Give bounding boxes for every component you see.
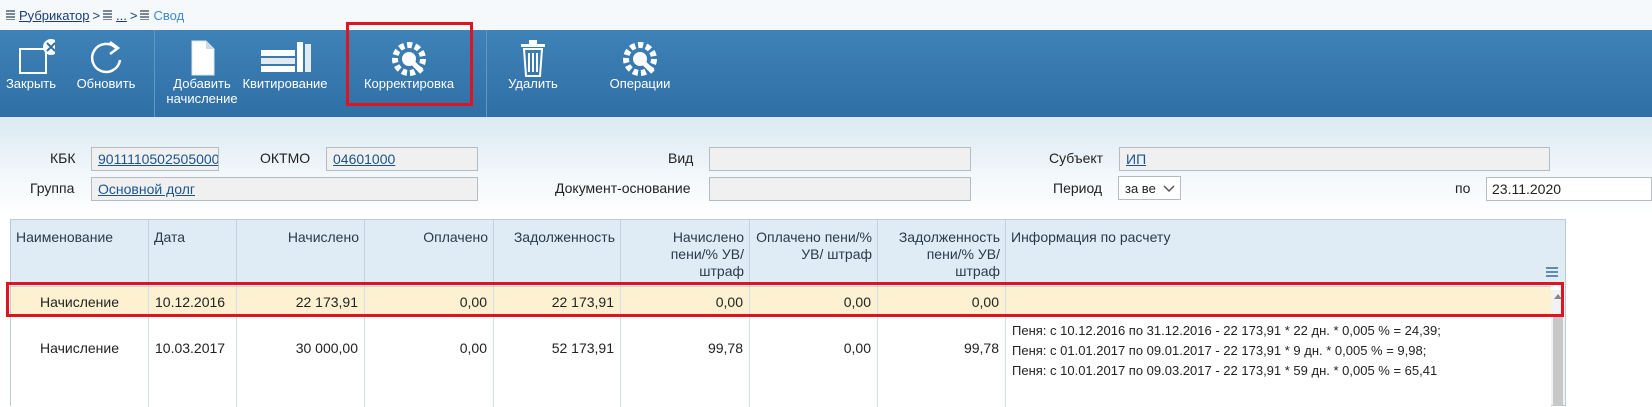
toolbar-divider [486, 30, 487, 117]
subject-label: Субъект [1049, 150, 1104, 166]
cell-penalty-debt: 99,78 [878, 317, 1006, 407]
calc-info-line: Пеня: с 10.01.2017 по 09.03.2017 - 22 17… [1012, 363, 1438, 378]
period-value: за ве [1125, 181, 1156, 196]
operations-label: Операции [609, 76, 671, 91]
add-accrual-line2: начисление [166, 91, 238, 106]
column-header-calc-info[interactable]: Информация по расчету [1006, 220, 1551, 286]
calc-info-line: Пеня: с 01.01.2017 по 09.01.2017 - 22 17… [1012, 343, 1427, 358]
list-icon [6, 10, 15, 20]
refresh-icon [90, 41, 122, 74]
column-header-debt[interactable]: Задолженность [494, 220, 621, 286]
column-header-date[interactable]: Дата [149, 220, 237, 286]
period-label: Период [1053, 180, 1103, 196]
add-accrual-label: Добавить начисление [163, 76, 241, 106]
breadcrumb: Рубрикатор > ... > Свод [0, 0, 1652, 30]
scrollbar-thumb[interactable] [1553, 316, 1563, 405]
add-accrual-line1: Добавить [173, 76, 231, 91]
kbk-field[interactable]: 90111105025050000 [91, 147, 219, 171]
list-icon [103, 10, 113, 20]
refresh-button[interactable]: Обновить [70, 30, 142, 117]
group-field[interactable]: Основной долг [91, 177, 478, 201]
chevron-down-icon [1163, 185, 1175, 193]
kbk-label: КБК [50, 150, 76, 166]
grid-header: Наименование Дата Начислено Оплачено Зад… [11, 220, 1565, 286]
cell-penalty-accrued: 99,78 [621, 317, 750, 407]
to-date-field[interactable]: 23.11.2020 [1486, 177, 1652, 201]
operations-button[interactable]: Операции [594, 30, 686, 117]
subject-field[interactable]: ИП [1119, 147, 1550, 171]
breadcrumb-separator: > [129, 7, 138, 23]
column-header-name[interactable]: Наименование [11, 220, 149, 286]
trash-icon [521, 40, 545, 77]
column-menu-icon[interactable] [1546, 267, 1558, 277]
to-date-label: по [1455, 180, 1471, 196]
breadcrumb-root-link[interactable]: Рубрикатор [19, 8, 89, 23]
list-icon [140, 10, 150, 20]
cell-penalty-paid: 0,00 [750, 317, 878, 407]
cell-debt: 52 173,91 [494, 317, 621, 407]
period-select[interactable]: за ве [1118, 176, 1181, 200]
acknowledge-button[interactable]: Квитирование [242, 30, 328, 117]
cell-paid: 0,00 [365, 317, 494, 407]
cell-calc-info: Пеня: с 10.12.2016 по 31.12.2016 - 22 17… [1006, 317, 1551, 407]
calc-info-line: Пеня: с 10.12.2016 по 31.12.2016 - 22 17… [1012, 323, 1441, 338]
table-row[interactable]: Начисление 10.03.2017 30 000,00 0,00 52 … [11, 317, 1551, 407]
close-label: Закрыть [5, 76, 57, 91]
acknowledge-label: Квитирование [242, 76, 328, 91]
cell-accrued: 30 000,00 [237, 317, 365, 407]
cell-name: Начисление [11, 317, 149, 407]
breadcrumb-middle-link[interactable]: ... [116, 8, 127, 23]
oktmo-label: ОКТМО [260, 150, 311, 166]
books-icon [261, 42, 311, 72]
type-field[interactable] [709, 147, 971, 171]
document-basis-field[interactable] [709, 177, 971, 201]
breadcrumb-current: Свод [153, 7, 185, 23]
document-icon [191, 40, 215, 76]
toolbar-divider [154, 30, 155, 117]
oktmo-field[interactable]: 04601000 [326, 147, 478, 171]
oktmo-value[interactable]: 04601000 [333, 151, 395, 167]
add-accrual-button[interactable]: Добавить начисление [163, 30, 241, 117]
column-header-accrued[interactable]: Начислено [237, 220, 365, 286]
toolbar: Закрыть Обновить Добавить начисление Кви… [0, 22, 1652, 117]
wrench-gear-icon [623, 42, 657, 76]
delete-button[interactable]: Удалить [494, 30, 572, 117]
close-button[interactable]: Закрыть [0, 30, 62, 117]
document-basis-label: Документ-основание [555, 180, 691, 196]
type-label: Вид [668, 150, 694, 166]
cell-date: 10.03.2017 [149, 317, 237, 407]
delete-label: Удалить [508, 76, 558, 91]
correction-highlight-box [346, 22, 473, 106]
close-window-icon [19, 39, 55, 74]
breadcrumb-separator: > [92, 7, 101, 23]
column-header-penalty-debt[interactable]: Задолженность пени/% УВ/ штраф [878, 220, 1006, 286]
kbk-value[interactable]: 90111105025050000 [98, 151, 218, 167]
group-label: Группа [30, 180, 75, 196]
group-value[interactable]: Основной долг [98, 181, 195, 197]
column-header-paid[interactable]: Оплачено [365, 220, 494, 286]
column-header-penalty-paid[interactable]: Оплачено пени/% УВ/ штраф [750, 220, 878, 286]
selected-row-highlight-box [6, 282, 1564, 317]
subject-value[interactable]: ИП [1126, 151, 1146, 167]
refresh-label: Обновить [76, 76, 136, 91]
column-header-penalty-accrued[interactable]: Начислено пени/% УВ/ штраф [621, 220, 750, 286]
